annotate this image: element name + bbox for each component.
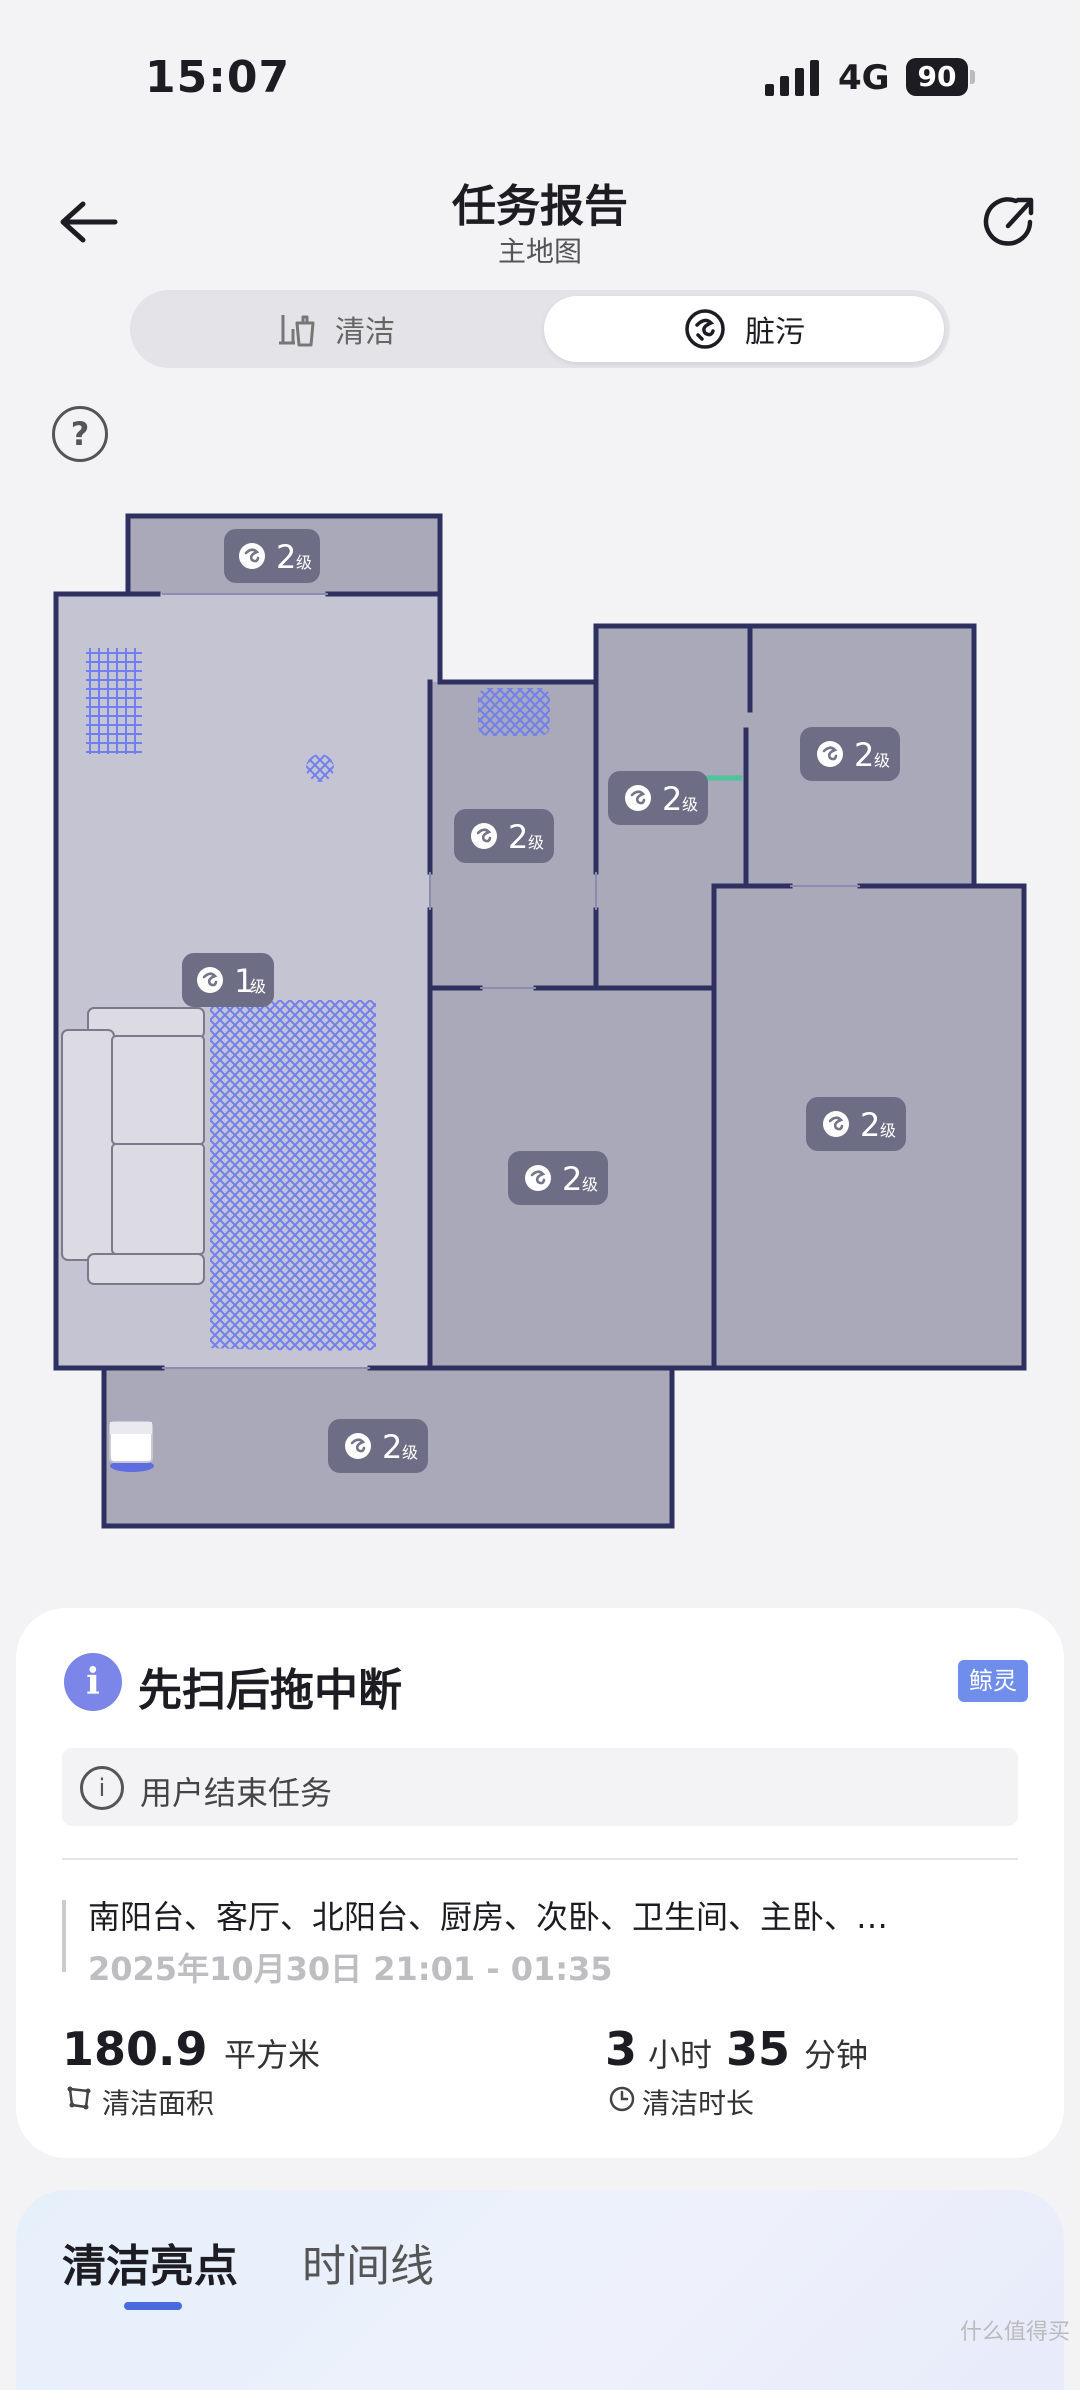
svg-text:级: 级 [402,1443,418,1462]
dirt-level-pill[interactable]: 2 级 [328,1419,428,1473]
dirt-patch [86,648,142,754]
dirt-level-pill[interactable]: 2 级 [800,727,900,781]
dirt-level-pill[interactable]: 2 级 [224,529,320,583]
dirt-level-pill[interactable]: 2 级 [608,771,708,825]
svg-text:2: 2 [860,1106,880,1144]
sofa [61,1007,205,1285]
tab-dirty-label: 脏污 [745,315,805,350]
task-status-title: 先扫后拖中断 [138,1665,402,1716]
network-type: 4G [838,58,890,98]
dirt-level-pill[interactable]: 2 级 [508,1151,608,1205]
area-value: 180.9 [62,2022,208,2076]
svg-text:2: 2 [276,538,296,576]
svg-text:级: 级 [682,795,698,814]
rooms-accent-bar [62,1900,66,1972]
tab-timeline[interactable]: 时间线 [302,2230,434,2294]
battery-tip [970,70,975,84]
svg-text:级: 级 [250,977,266,996]
dirt-level-pill[interactable]: 1 级 [182,953,274,1007]
minutes-unit: 分钟 [804,2036,869,2074]
end-reason-text: 用户结束任务 [140,1774,333,1812]
share-icon[interactable] [980,192,1040,252]
help-icon[interactable]: ? [52,406,108,462]
svg-text:级: 级 [296,553,312,572]
page-subtitle: 主地图 [497,235,582,268]
dirt-patch [306,754,334,782]
duration-hours: 3 [605,2022,638,2076]
svg-text:级: 级 [528,833,544,852]
dirt-icon [685,309,725,349]
svg-text:级: 级 [874,751,890,770]
tab-highlights[interactable]: 清洁亮点 [62,2230,238,2294]
info-outline-icon: i [80,1766,124,1810]
back-arrow-icon[interactable] [55,192,125,252]
cleaned-rooms-list: 南阳台、客厅、北阳台、厨房、次卧、卫生间、主卧、… [88,1898,889,1936]
active-tab-indicator [124,2302,182,2310]
dirt-patch [210,1000,376,1351]
mop-bucket-icon [279,315,315,347]
robot-dock-icon [109,1421,154,1472]
svg-text:2: 2 [562,1160,582,1198]
area-icon [67,2086,91,2110]
svg-text:级: 级 [582,1175,598,1194]
svg-text:级: 级 [880,1121,896,1140]
svg-text:2: 2 [854,736,874,774]
svg-text:2: 2 [662,780,682,818]
task-datetime: 2025年10月30日 21:01 - 01:35 [88,1950,613,1988]
floor-map[interactable]: 2 级 1 级 2 级 2 级 2 级 2 级 2 级 2 级 [0,500,1080,1550]
info-icon: i [64,1653,122,1711]
whale-badge[interactable]: 鲸灵 [958,1660,1028,1702]
tab-dirty[interactable]: 脏污 [544,296,944,362]
signal-icon [765,60,819,96]
duration-label: 清洁时长 [642,2087,755,2120]
dirt-patch [478,688,550,736]
duration-minutes: 35 [726,2022,791,2076]
tab-clean-label: 清洁 [335,315,395,350]
divider [62,1858,1018,1860]
hours-unit: 小时 [648,2036,713,2074]
svg-text:2: 2 [382,1428,402,1466]
area-unit: 平方米 [224,2036,321,2074]
page-title: 任务报告 [452,181,628,232]
svg-text:2: 2 [508,818,528,856]
area-label: 清洁面积 [102,2087,215,2120]
status-time: 15:07 [145,52,291,103]
tab-clean[interactable]: 清洁 [136,296,536,362]
dirt-level-pill[interactable]: 2 级 [454,809,554,863]
dirt-level-pill[interactable]: 2 级 [806,1097,906,1151]
battery-icon: 90 [906,58,968,96]
view-switcher: 清洁 脏污 [130,290,950,368]
clock-icon [609,2086,635,2112]
watermark: 什么值得买 [960,2320,1071,2345]
